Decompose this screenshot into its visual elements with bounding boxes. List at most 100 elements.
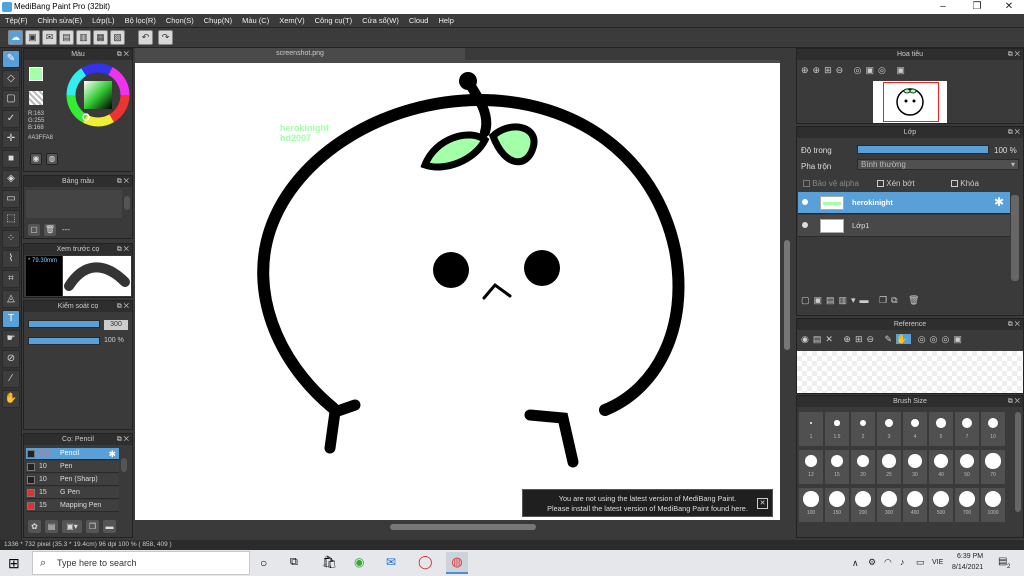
brush-list-item[interactable]: 10 Pen — [26, 461, 119, 473]
grid-icon[interactable]: ▦ — [93, 30, 108, 45]
language-indicator[interactable]: VIE — [932, 559, 943, 566]
move-tool-icon[interactable]: ✛ — [2, 130, 20, 148]
redo-icon[interactable]: ↷ — [158, 30, 173, 45]
reference-canvas[interactable] — [797, 351, 1023, 393]
cloud-icon[interactable]: ☁ — [8, 30, 23, 45]
brush-size-cell[interactable]: 300 — [877, 488, 901, 522]
brush-size-cell[interactable]: 12 — [799, 450, 823, 484]
close-window-button[interactable]: ✕ — [994, 0, 1024, 14]
panel-close-icon[interactable]: ⧉ ✕ — [117, 176, 129, 187]
minimize-button[interactable]: – — [928, 0, 958, 14]
magic-wand-tool-icon[interactable]: ⁘ — [2, 230, 20, 248]
brush-opacity-slider[interactable] — [28, 337, 100, 345]
brush-menu-icon[interactable]: ▣▾ — [62, 520, 82, 533]
brush-size-cell[interactable]: 400 — [903, 488, 927, 522]
vertical-scrollbar[interactable] — [784, 240, 790, 350]
menu-view[interactable]: Xem(V) — [274, 14, 309, 28]
layer-settings-icon[interactable]: ✱ — [994, 195, 1004, 209]
horizontal-scrollbar[interactable] — [390, 524, 536, 530]
save-icon[interactable]: ▣ — [25, 30, 40, 45]
chrome-icon[interactable]: ◍ — [446, 552, 468, 574]
brush-copy-icon[interactable]: ❐ — [86, 520, 99, 533]
select-rect-tool-icon[interactable]: ▢ — [2, 90, 20, 108]
panel-close-icon[interactable]: ⧉ ✕ — [117, 49, 129, 60]
brush-size-cell[interactable]: 7 — [955, 412, 979, 446]
panel-close-icon[interactable]: ⧉ ✕ — [1008, 396, 1020, 407]
selection-tool-icon[interactable]: ⬚ — [2, 210, 20, 228]
document-tab[interactable]: screenshot.png — [135, 48, 465, 60]
color-mode-icon[interactable]: ◍ — [46, 153, 58, 165]
canvas-area[interactable]: herokinight hd2007 — [135, 60, 780, 520]
navigator-tools[interactable]: ⊕⊕⊞⊖ ◎▣◎ ▣ — [801, 65, 909, 76]
text-tool-icon[interactable]: T — [2, 310, 20, 328]
brush-size-cell[interactable]: 150 — [825, 488, 849, 522]
update-notice[interactable]: You are not using the latest version of … — [522, 489, 773, 517]
eye-icon[interactable] — [802, 199, 808, 205]
eyedropper-tool-icon[interactable]: ⊘ — [2, 350, 20, 368]
panel-close-icon[interactable]: ⧉ ✕ — [1008, 49, 1020, 60]
brush-size-cell[interactable]: 5 — [929, 412, 953, 446]
drawing-canvas[interactable]: herokinight hd2007 — [135, 60, 780, 520]
color-wheel[interactable] — [66, 63, 130, 127]
shape-tool-icon[interactable]: ■ — [2, 150, 20, 168]
protect-alpha-checkbox[interactable] — [803, 180, 810, 188]
menu-color[interactable]: Màu (C) — [237, 14, 274, 28]
dividing-tool-icon[interactable]: ◬ — [2, 290, 20, 308]
brush-size-cell[interactable]: 20 — [851, 450, 875, 484]
delete-palette-icon[interactable]: 🗑 — [44, 224, 56, 236]
menu-window[interactable]: Cửa sổ(W) — [357, 14, 404, 28]
menu-select[interactable]: Chọn(S) — [161, 14, 199, 28]
select-pen-icon[interactable]: ⌇ — [2, 250, 20, 268]
layout-icon[interactable]: ▧ — [110, 30, 125, 45]
menu-filter[interactable]: Bộ lọc(R) — [120, 14, 161, 28]
lasso-tool-icon[interactable]: ✓ — [2, 110, 20, 128]
brush-size-scrollbar[interactable] — [1015, 412, 1021, 512]
brush-folder-icon[interactable]: ▤ — [45, 520, 58, 533]
tray-chevron-icon[interactable]: ∧ — [852, 558, 859, 569]
panel-close-icon[interactable]: ⧉ ✕ — [1008, 127, 1020, 138]
network-icon[interactable]: ▭ — [916, 557, 925, 568]
store-icon[interactable]: 🛍 — [322, 555, 337, 569]
brush-tool-icon[interactable]: ✎ — [2, 50, 20, 68]
blend-mode-select[interactable]: Bình thường ▾ — [857, 159, 1019, 170]
layer-row-herokinight[interactable]: herokinight ✱ — [798, 192, 1010, 214]
menu-cloud[interactable]: Cloud — [404, 14, 434, 28]
cortana-icon[interactable]: ○ — [260, 556, 267, 570]
select-eraser-icon[interactable]: ⌗ — [2, 270, 20, 288]
brush-size-cell[interactable]: 500 — [929, 488, 953, 522]
add-palette-icon[interactable]: ▢ — [28, 224, 40, 236]
layer-row-lop1[interactable]: Lớp1 — [798, 215, 1010, 237]
pen-tool-icon[interactable]: ⁄ — [2, 370, 20, 388]
mail-icon[interactable]: ✉ — [386, 555, 396, 569]
brush-size-cell[interactable]: 15 — [825, 450, 849, 484]
panel-close-icon[interactable]: ⧉ ✕ — [117, 434, 129, 445]
brush-settings-icon[interactable]: ✱ — [108, 448, 116, 460]
comment-icon[interactable]: ✉ — [42, 30, 57, 45]
layers-scrollbar[interactable] — [1011, 195, 1019, 281]
brush-size-cell[interactable]: 4 — [903, 412, 927, 446]
palette-mode-icon[interactable]: ◉ — [30, 153, 42, 165]
brush-size-cell[interactable]: 1000 — [981, 488, 1005, 522]
tray-app-icon[interactable]: ⚙ — [868, 557, 876, 568]
layer-tools[interactable]: ▢▣▤▥▾▬ ❐⧉ 🗑 — [801, 295, 923, 306]
eraser-tool-icon[interactable]: ◇ — [2, 70, 20, 88]
panel-close-icon[interactable]: ⧉ ✕ — [117, 244, 129, 255]
brush-list-item[interactable]: 15 G Pen — [26, 487, 119, 499]
brush-size-cell[interactable]: 50 — [955, 450, 979, 484]
menu-edit[interactable]: Chỉnh sửa(E) — [33, 14, 88, 28]
menu-tools[interactable]: Công cụ(T) — [310, 14, 358, 28]
panel-close-icon[interactable]: ⧉ ✕ — [117, 301, 129, 312]
gradient-tool-icon[interactable]: ▭ — [2, 190, 20, 208]
taskbar-search[interactable]: ⌕ Type here to search — [32, 551, 250, 575]
background-color-swatch[interactable] — [29, 91, 43, 105]
brush-list-item[interactable]: 10 Pen (Sharp) — [26, 474, 119, 486]
windows-start-icon[interactable]: ⊞ — [8, 555, 20, 572]
operation-tool-icon[interactable]: ☛ — [2, 330, 20, 348]
opera-icon[interactable]: ◯ — [418, 554, 433, 570]
brush-list-item[interactable]: 15 Mapping Pen — [26, 500, 119, 512]
lock-checkbox[interactable] — [951, 180, 958, 188]
brush-size-cell[interactable]: 1.5 — [825, 412, 849, 446]
brush-size-cell[interactable]: 40 — [929, 450, 953, 484]
brush-size-cell[interactable]: 10 — [981, 412, 1005, 446]
undo-icon[interactable]: ↶ — [138, 30, 153, 45]
